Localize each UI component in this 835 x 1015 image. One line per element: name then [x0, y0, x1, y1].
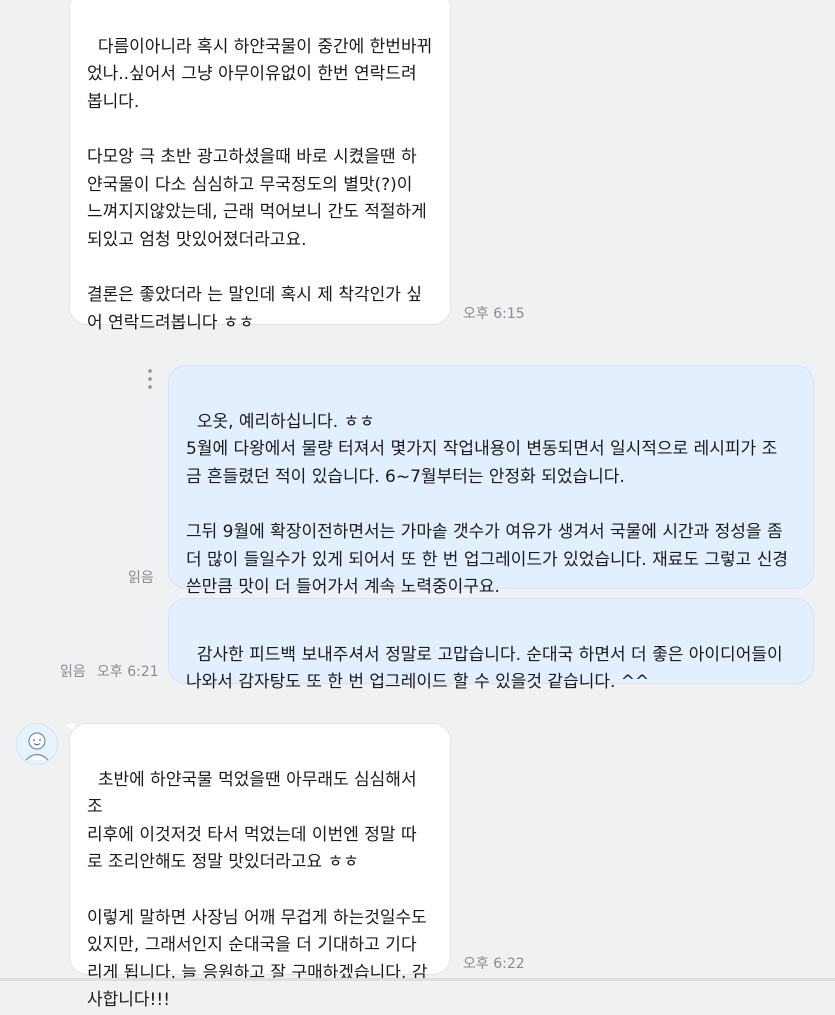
message-text: 초반에 하얀국물 먹었을땐 아무래도 심심해서 조 리후에 이것저것 타서 먹었… — [87, 769, 428, 1011]
message-bubble-outgoing[interactable]: 감사한 피드백 보내주셔서 정말로 고맙습니다. 순대국 하면서 더 좋은 아이… — [168, 598, 814, 692]
message-time: 오후 6:15 — [463, 306, 525, 322]
message-bubble-incoming[interactable]: 다름이아니라 혹시 하얀국물이 중간에 한번바뀌 었나..싶어서 그냥 아무이유… — [69, 0, 451, 333]
message-bubble-incoming[interactable]: 초반에 하얀국물 먹었을땐 아무래도 심심해서 조 리후에 이것저것 타서 먹었… — [69, 723, 451, 1010]
message-text: 감사한 피드백 보내주셔서 정말로 고맙습니다. 순대국 하면서 더 좋은 아이… — [186, 644, 783, 693]
message-text: 오옷, 예리하십니다. ㅎㅎ 5월에 다왕에서 물량 터져서 몇가지 작업내용이… — [186, 411, 789, 598]
smiley-avatar-icon[interactable] — [16, 723, 58, 765]
message-bubble-outgoing[interactable]: 오옷, 예리하십니다. ㅎㅎ 5월에 다왕에서 물량 터져서 몇가지 작업내용이… — [168, 365, 814, 597]
message-text: 다름이아니라 혹시 하얀국물이 중간에 한번바뀌 었나..싶어서 그냥 아무이유… — [87, 36, 433, 333]
message-time: 오후 6:21 — [97, 664, 159, 680]
read-status: 읽음 — [60, 664, 86, 680]
read-status: 읽음 — [128, 570, 154, 586]
more-vertical-icon[interactable] — [143, 366, 157, 392]
message-time: 오후 6:22 — [463, 956, 525, 972]
